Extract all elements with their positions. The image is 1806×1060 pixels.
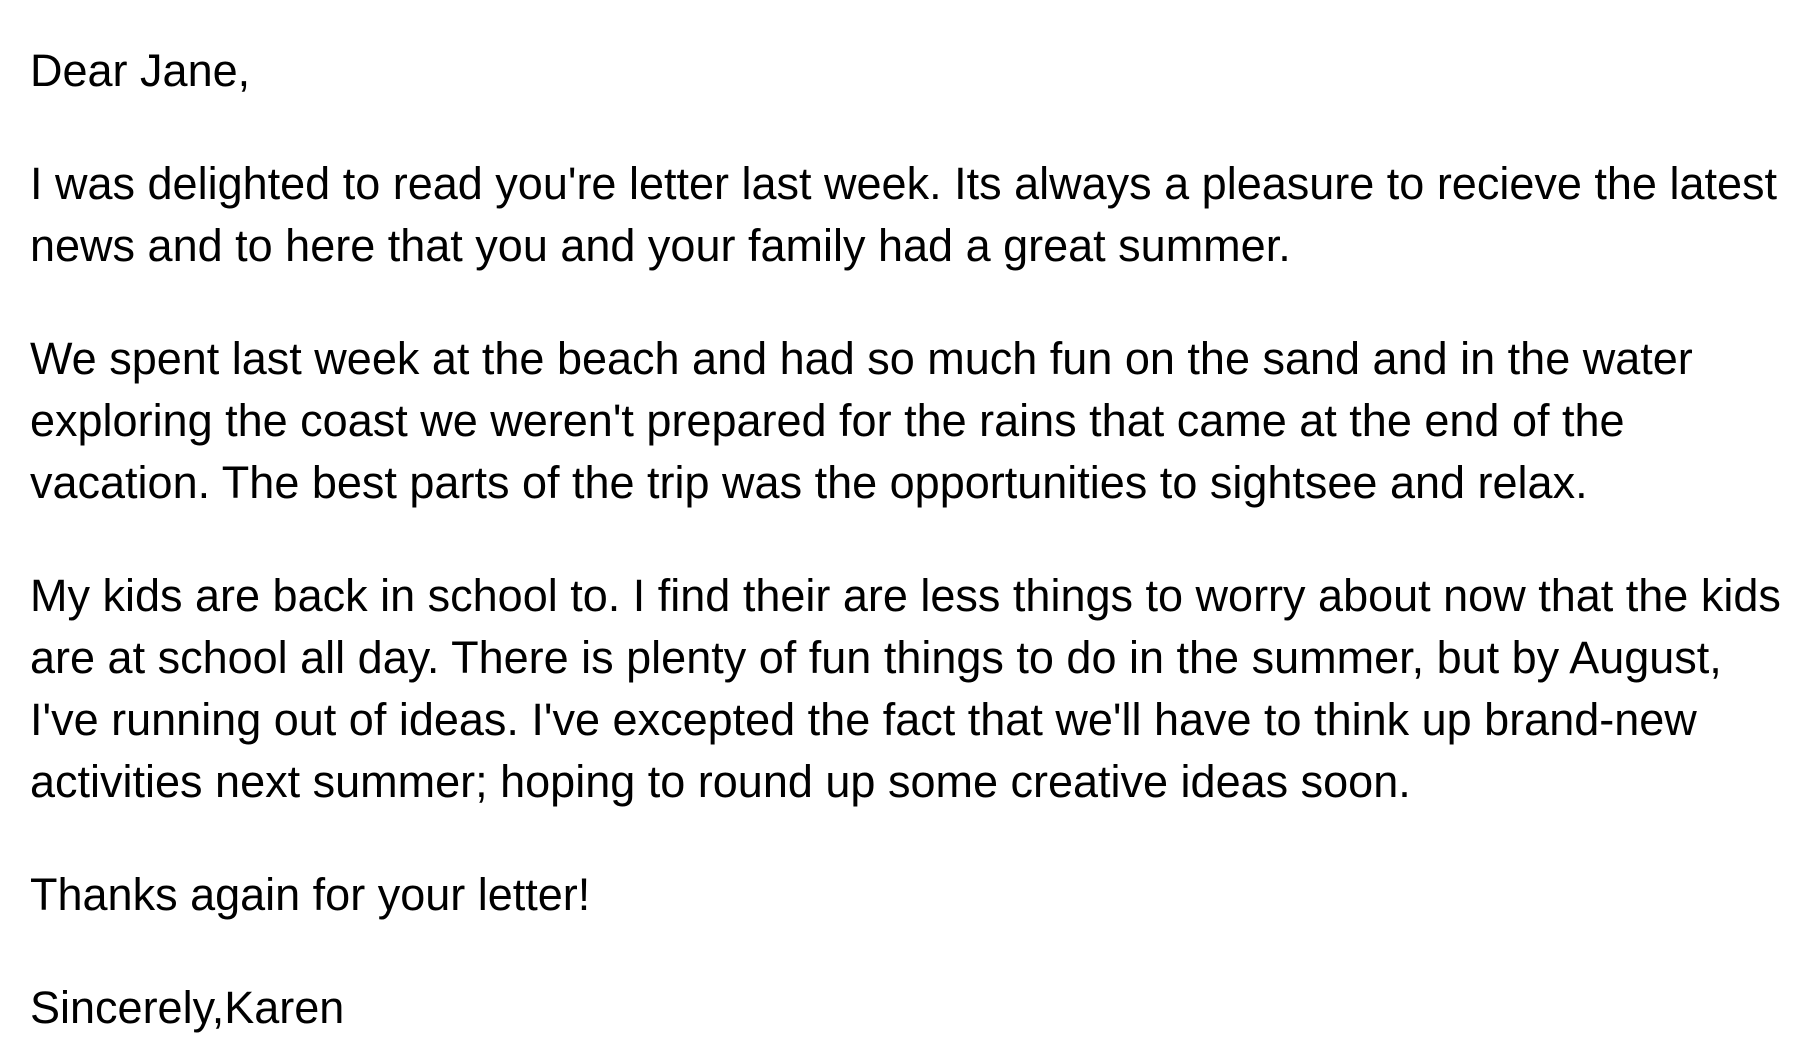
letter-paragraph-3: My kids are back in school to. I find th… bbox=[30, 570, 1781, 807]
letter-paragraph-1: I was delighted to read you're letter la… bbox=[30, 158, 1778, 271]
letter-body: Dear Jane, I was delighted to read you'r… bbox=[30, 40, 1790, 1039]
letter-signoff: Sincerely,Karen bbox=[30, 982, 345, 1033]
letter-closing-line: Thanks again for your letter! bbox=[30, 869, 591, 920]
letter-greeting: Dear Jane, bbox=[30, 45, 251, 96]
letter-paragraph-2: We spent last week at the beach and had … bbox=[30, 333, 1693, 508]
